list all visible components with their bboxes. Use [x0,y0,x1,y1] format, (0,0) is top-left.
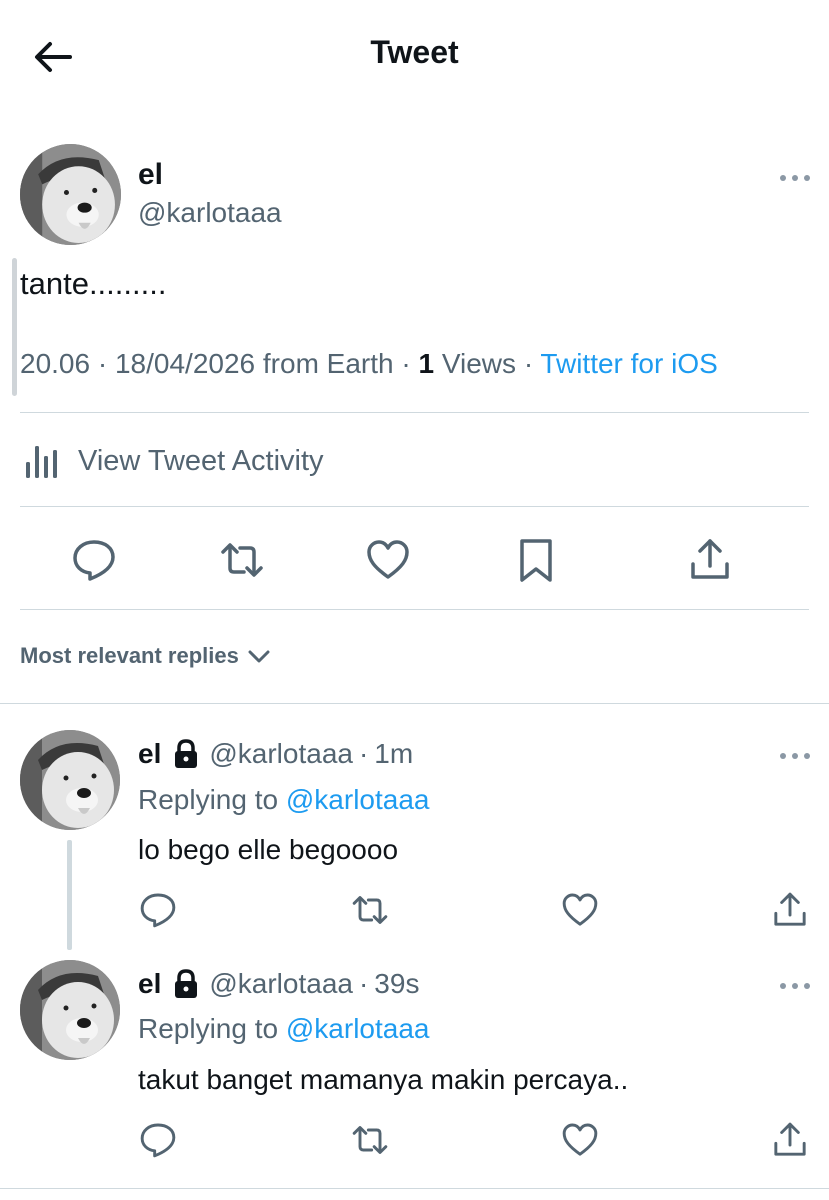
reply-author-handle[interactable]: @karlotaaa [209,738,353,770]
activity-label: View Tweet Activity [78,444,324,477]
more-horizontal-icon[interactable] [778,980,812,992]
retweet-icon[interactable] [350,890,390,930]
like-heart-icon[interactable] [560,890,600,930]
separator: · [97,348,108,379]
mention-link[interactable]: @karlotaaa [286,1013,430,1044]
view-tweet-activity-button[interactable]: View Tweet Activity [20,438,324,484]
chevron-down-icon [245,642,273,670]
author-handle[interactable]: @karlotaaa [138,197,282,229]
avatar[interactable] [20,144,121,245]
divider [0,1188,829,1189]
reply-icon[interactable] [70,536,118,584]
thread-connector [67,840,72,950]
replying-prefix: Replying to [138,1013,279,1044]
separator: · [523,348,534,379]
reply-time[interactable]: 39s [374,968,419,1000]
reply-icon[interactable] [138,1120,178,1160]
separator: · [358,968,369,999]
views-label: Views [441,348,517,379]
sort-replies-dropdown[interactable]: Most relevant replies [20,642,273,670]
like-heart-icon[interactable] [364,536,412,584]
reply-author-name[interactable]: el [138,968,161,1000]
reply-author-handle[interactable]: @karlotaaa [209,968,353,1000]
separator: · [401,348,411,379]
reply-author-name[interactable]: el [138,738,161,770]
divider [20,412,809,413]
views-count: 1 [418,348,435,379]
separator: · [358,738,369,769]
replying-prefix: Replying to [138,784,279,815]
divider [20,506,809,507]
page-title: Tweet [370,34,459,70]
mention-link[interactable]: @karlotaaa [286,784,430,815]
tweet-time[interactable]: 20.06 [20,348,90,379]
more-horizontal-icon[interactable] [778,172,812,184]
share-icon[interactable] [770,1120,810,1160]
sort-label: Most relevant replies [20,643,239,668]
tweet-location: from Earth [262,348,394,379]
bar-chart-icon [20,440,62,482]
like-heart-icon[interactable] [560,1120,600,1160]
divider [0,703,829,704]
tweet-date[interactable]: 18/04/2026 [115,348,255,379]
replying-to: Replying to @karlotaaa [138,784,429,816]
share-icon[interactable] [686,536,734,584]
lock-icon [171,968,201,1000]
tweet-source-link[interactable]: Twitter for iOS [540,348,717,379]
reply-header: el @karlotaaa · 39s [138,968,419,1000]
bookmark-icon[interactable] [512,536,560,584]
reply-header: el @karlotaaa · 1m [138,738,413,770]
lock-icon [171,738,201,770]
more-horizontal-icon[interactable] [778,750,812,762]
replying-to: Replying to @karlotaaa [138,1013,429,1045]
reply-text: lo bego elle begoooo [138,834,399,865]
tweet-text: tante......... [20,266,167,301]
avatar[interactable] [20,960,120,1060]
avatar[interactable] [20,730,120,830]
tweet-meta: 20.06 · 18/04/2026 from Earth · 1 Views … [20,348,718,380]
reply-icon[interactable] [138,890,178,930]
reply-time[interactable]: 1m [374,738,413,770]
share-icon[interactable] [770,890,810,930]
author-name[interactable]: el [138,158,163,192]
scroll-indicator [12,258,17,396]
divider [20,609,809,610]
retweet-icon[interactable] [350,1120,390,1160]
retweet-icon[interactable] [218,536,266,584]
reply-text: takut banget mamanya makin percaya.. [138,1064,629,1095]
